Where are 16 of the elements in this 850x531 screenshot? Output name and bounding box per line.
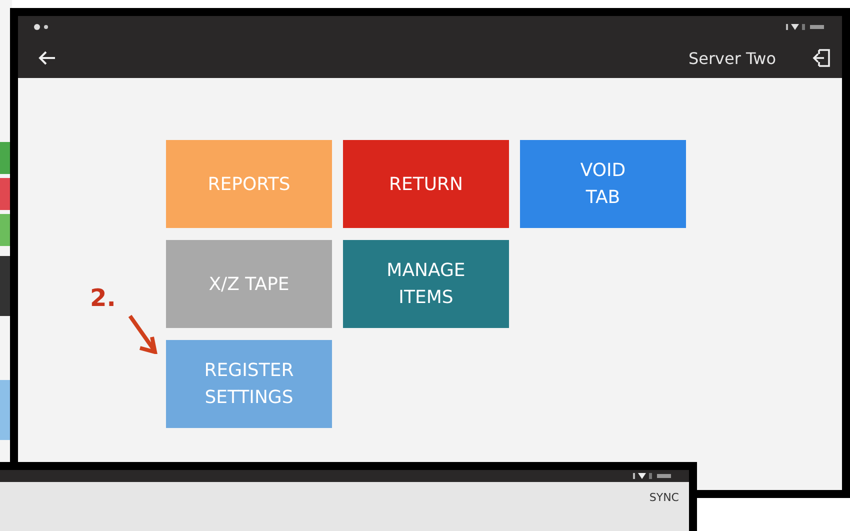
back-arrow-icon[interactable] bbox=[38, 51, 56, 65]
notification-icons bbox=[34, 24, 50, 30]
partial-toolbar bbox=[0, 256, 10, 316]
step-number: 2. bbox=[90, 284, 116, 312]
menu-tile[interactable]: X/Z TAPE bbox=[166, 240, 332, 328]
menu-tile[interactable]: REGISTER SETTINGS bbox=[166, 340, 332, 428]
arrow-icon bbox=[128, 314, 158, 354]
user-name: Server Two bbox=[688, 48, 776, 68]
status-icons bbox=[633, 473, 671, 479]
menu-tile[interactable]: REPORTS bbox=[166, 140, 332, 228]
logout-icon[interactable] bbox=[812, 48, 832, 68]
menu-tile[interactable]: RETURN bbox=[343, 140, 509, 228]
menu-tile[interactable]: MANAGE ITEMS bbox=[343, 240, 509, 328]
status-icons bbox=[786, 24, 824, 30]
menu-tile[interactable]: VOID TAB bbox=[520, 140, 686, 228]
sync-button[interactable]: SYNC bbox=[649, 490, 679, 504]
